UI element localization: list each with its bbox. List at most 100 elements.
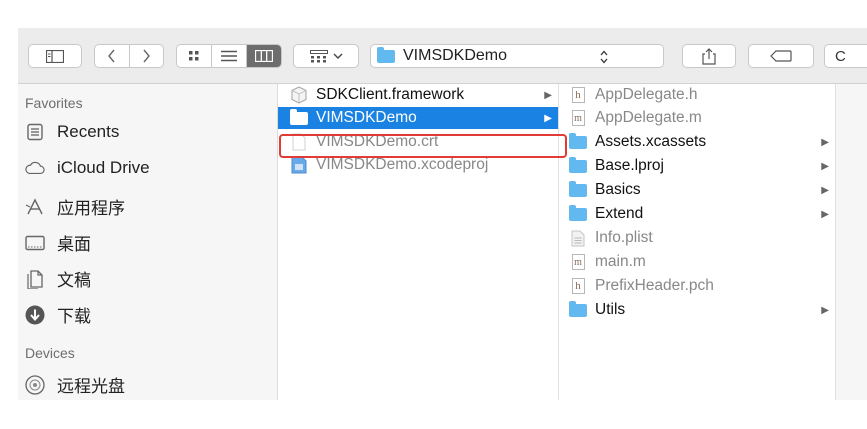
sidebar-icon [46, 49, 64, 63]
folder-icon [569, 204, 587, 221]
list-item-label: VIMSDKDemo.crt [316, 133, 439, 150]
list-item-label: AppDelegate.m [595, 109, 702, 126]
list-item[interactable]: Utils ▶ [559, 299, 835, 321]
list-item[interactable]: VIMSDKDemo.xcodeproj [278, 154, 558, 176]
sidebar-item-desktop[interactable]: 桌面 [25, 230, 91, 255]
sidebar-item-documents[interactable]: 文稿 [25, 266, 91, 291]
list-item-label: SDKClient.framework [316, 86, 465, 103]
sidebar-item-label: 下载 [57, 307, 91, 326]
folder-icon [569, 156, 587, 173]
browser-column-project: SDKClient.framework ▶ VIMSDKDemo ▶ VIMSD… [278, 84, 559, 400]
sidebar-item-downloads[interactable]: 下载 [25, 302, 91, 327]
disclosure-arrow-icon: ▶ [821, 184, 829, 196]
cloud-icon [25, 158, 45, 178]
sidebar-item-label: 桌面 [57, 235, 91, 254]
sidebar-item-label: 远程光盘 [57, 377, 125, 396]
icon-grid-icon [189, 51, 199, 61]
search-field-text: C [835, 47, 846, 65]
columns-icon [254, 50, 273, 62]
list-item[interactable]: SDKClient.framework ▶ [278, 84, 558, 106]
browser-column-contents: h AppDelegate.h m AppDelegate.m Assets.x… [559, 84, 836, 400]
favorites-header: Favorites [25, 95, 83, 111]
list-item-label: Info.plist [595, 229, 653, 246]
list-item[interactable]: Base.lproj ▶ [559, 155, 835, 177]
sidebar-item-applications[interactable]: 应用程序 [25, 194, 125, 219]
chevron-left-icon [108, 49, 115, 63]
search-field[interactable]: C [824, 44, 867, 68]
updown-chevron-icon [600, 50, 608, 64]
recents-icon [25, 122, 45, 142]
documents-icon [25, 269, 45, 289]
m-file-icon: m [571, 110, 585, 126]
disclosure-arrow-icon: ▶ [821, 136, 829, 148]
icon-view-button[interactable] [177, 45, 211, 67]
toolbar: VIMSDKDemo C [18, 28, 867, 84]
downloads-icon [25, 305, 45, 325]
share-button[interactable] [682, 44, 736, 68]
list-item-label: Base.lproj [595, 157, 664, 174]
tag-icon [770, 50, 792, 62]
list-item[interactable]: Extend ▶ [559, 203, 835, 225]
list-item-label: Basics [595, 181, 641, 198]
list-item-label: VIMSDKDemo [316, 109, 417, 126]
arrange-grid-icon [309, 49, 328, 62]
framework-icon [288, 86, 310, 104]
sidebar: Favorites Recents iCloud Drive 应用程序 桌面 文… [18, 84, 278, 400]
list-item[interactable]: Info.plist [559, 227, 835, 249]
disclosure-arrow-icon: ▶ [821, 208, 829, 220]
forward-button[interactable] [128, 45, 163, 67]
list-item[interactable]: h PrefixHeader.pch [559, 275, 835, 297]
list-item-label: Extend [595, 205, 644, 222]
chevron-down-icon [333, 53, 342, 59]
applications-icon [25, 197, 45, 217]
folder-icon [569, 132, 587, 149]
devices-header: Devices [25, 345, 75, 361]
view-mode-control [176, 44, 282, 68]
arrange-button[interactable] [293, 44, 359, 68]
list-item-label: VIMSDKDemo.xcodeproj [316, 156, 489, 173]
list-item-label: Utils [595, 301, 626, 318]
sidebar-item-label: Recents [57, 122, 120, 141]
sidebar-item-label: iCloud Drive [57, 158, 150, 177]
list-item[interactable]: m main.m [559, 251, 835, 273]
list-icon [221, 50, 237, 62]
list-item[interactable]: Assets.xcassets ▶ [559, 131, 835, 153]
list-item[interactable]: m AppDelegate.m [559, 107, 835, 129]
list-item-label: Assets.xcassets [595, 133, 707, 150]
tags-button[interactable] [748, 44, 814, 68]
back-button[interactable] [95, 45, 129, 67]
disclosure-arrow-icon: ▶ [821, 160, 829, 172]
m-file-icon: m [571, 254, 585, 270]
list-item-label: PrefixHeader.pch [595, 277, 714, 294]
sidebar-item-label: 应用程序 [57, 199, 125, 218]
sidebar-item-label: 文稿 [57, 271, 91, 290]
disc-icon [25, 374, 45, 395]
plist-file-icon [567, 230, 589, 247]
h-file-icon: h [571, 87, 585, 103]
column-view-button[interactable] [245, 45, 281, 67]
chevron-right-icon [143, 49, 151, 63]
disclosure-arrow-icon: ▶ [544, 112, 552, 124]
disclosure-arrow-icon: ▶ [821, 304, 829, 316]
list-item[interactable]: VIMSDKDemo.crt [278, 131, 558, 153]
list-item-label: main.m [595, 253, 646, 270]
list-item-selected[interactable]: VIMSDKDemo ▶ [278, 107, 558, 129]
list-item[interactable]: Basics ▶ [559, 179, 835, 201]
h-file-icon: h [571, 278, 585, 294]
sidebar-item-remote-disc[interactable]: 远程光盘 [25, 372, 125, 397]
sidebar-item-recents[interactable]: Recents [25, 122, 119, 142]
sidebar-toggle-button[interactable] [28, 44, 82, 68]
desktop-icon [25, 233, 45, 253]
path-popup-button[interactable]: VIMSDKDemo [370, 44, 664, 68]
certificate-file-icon [288, 133, 310, 151]
nav-buttons [94, 44, 164, 68]
share-icon [702, 47, 716, 65]
folder-icon [290, 108, 308, 125]
finder-window: VIMSDKDemo C Favorites Recents iCloud Dr… [18, 28, 867, 400]
list-item-label: AppDelegate.h [595, 86, 698, 103]
path-label: VIMSDKDemo [403, 47, 508, 64]
list-item[interactable]: h AppDelegate.h [559, 84, 835, 106]
list-view-button[interactable] [211, 45, 245, 67]
sidebar-item-icloud-drive[interactable]: iCloud Drive [25, 158, 150, 178]
disclosure-arrow-icon: ▶ [544, 89, 552, 101]
